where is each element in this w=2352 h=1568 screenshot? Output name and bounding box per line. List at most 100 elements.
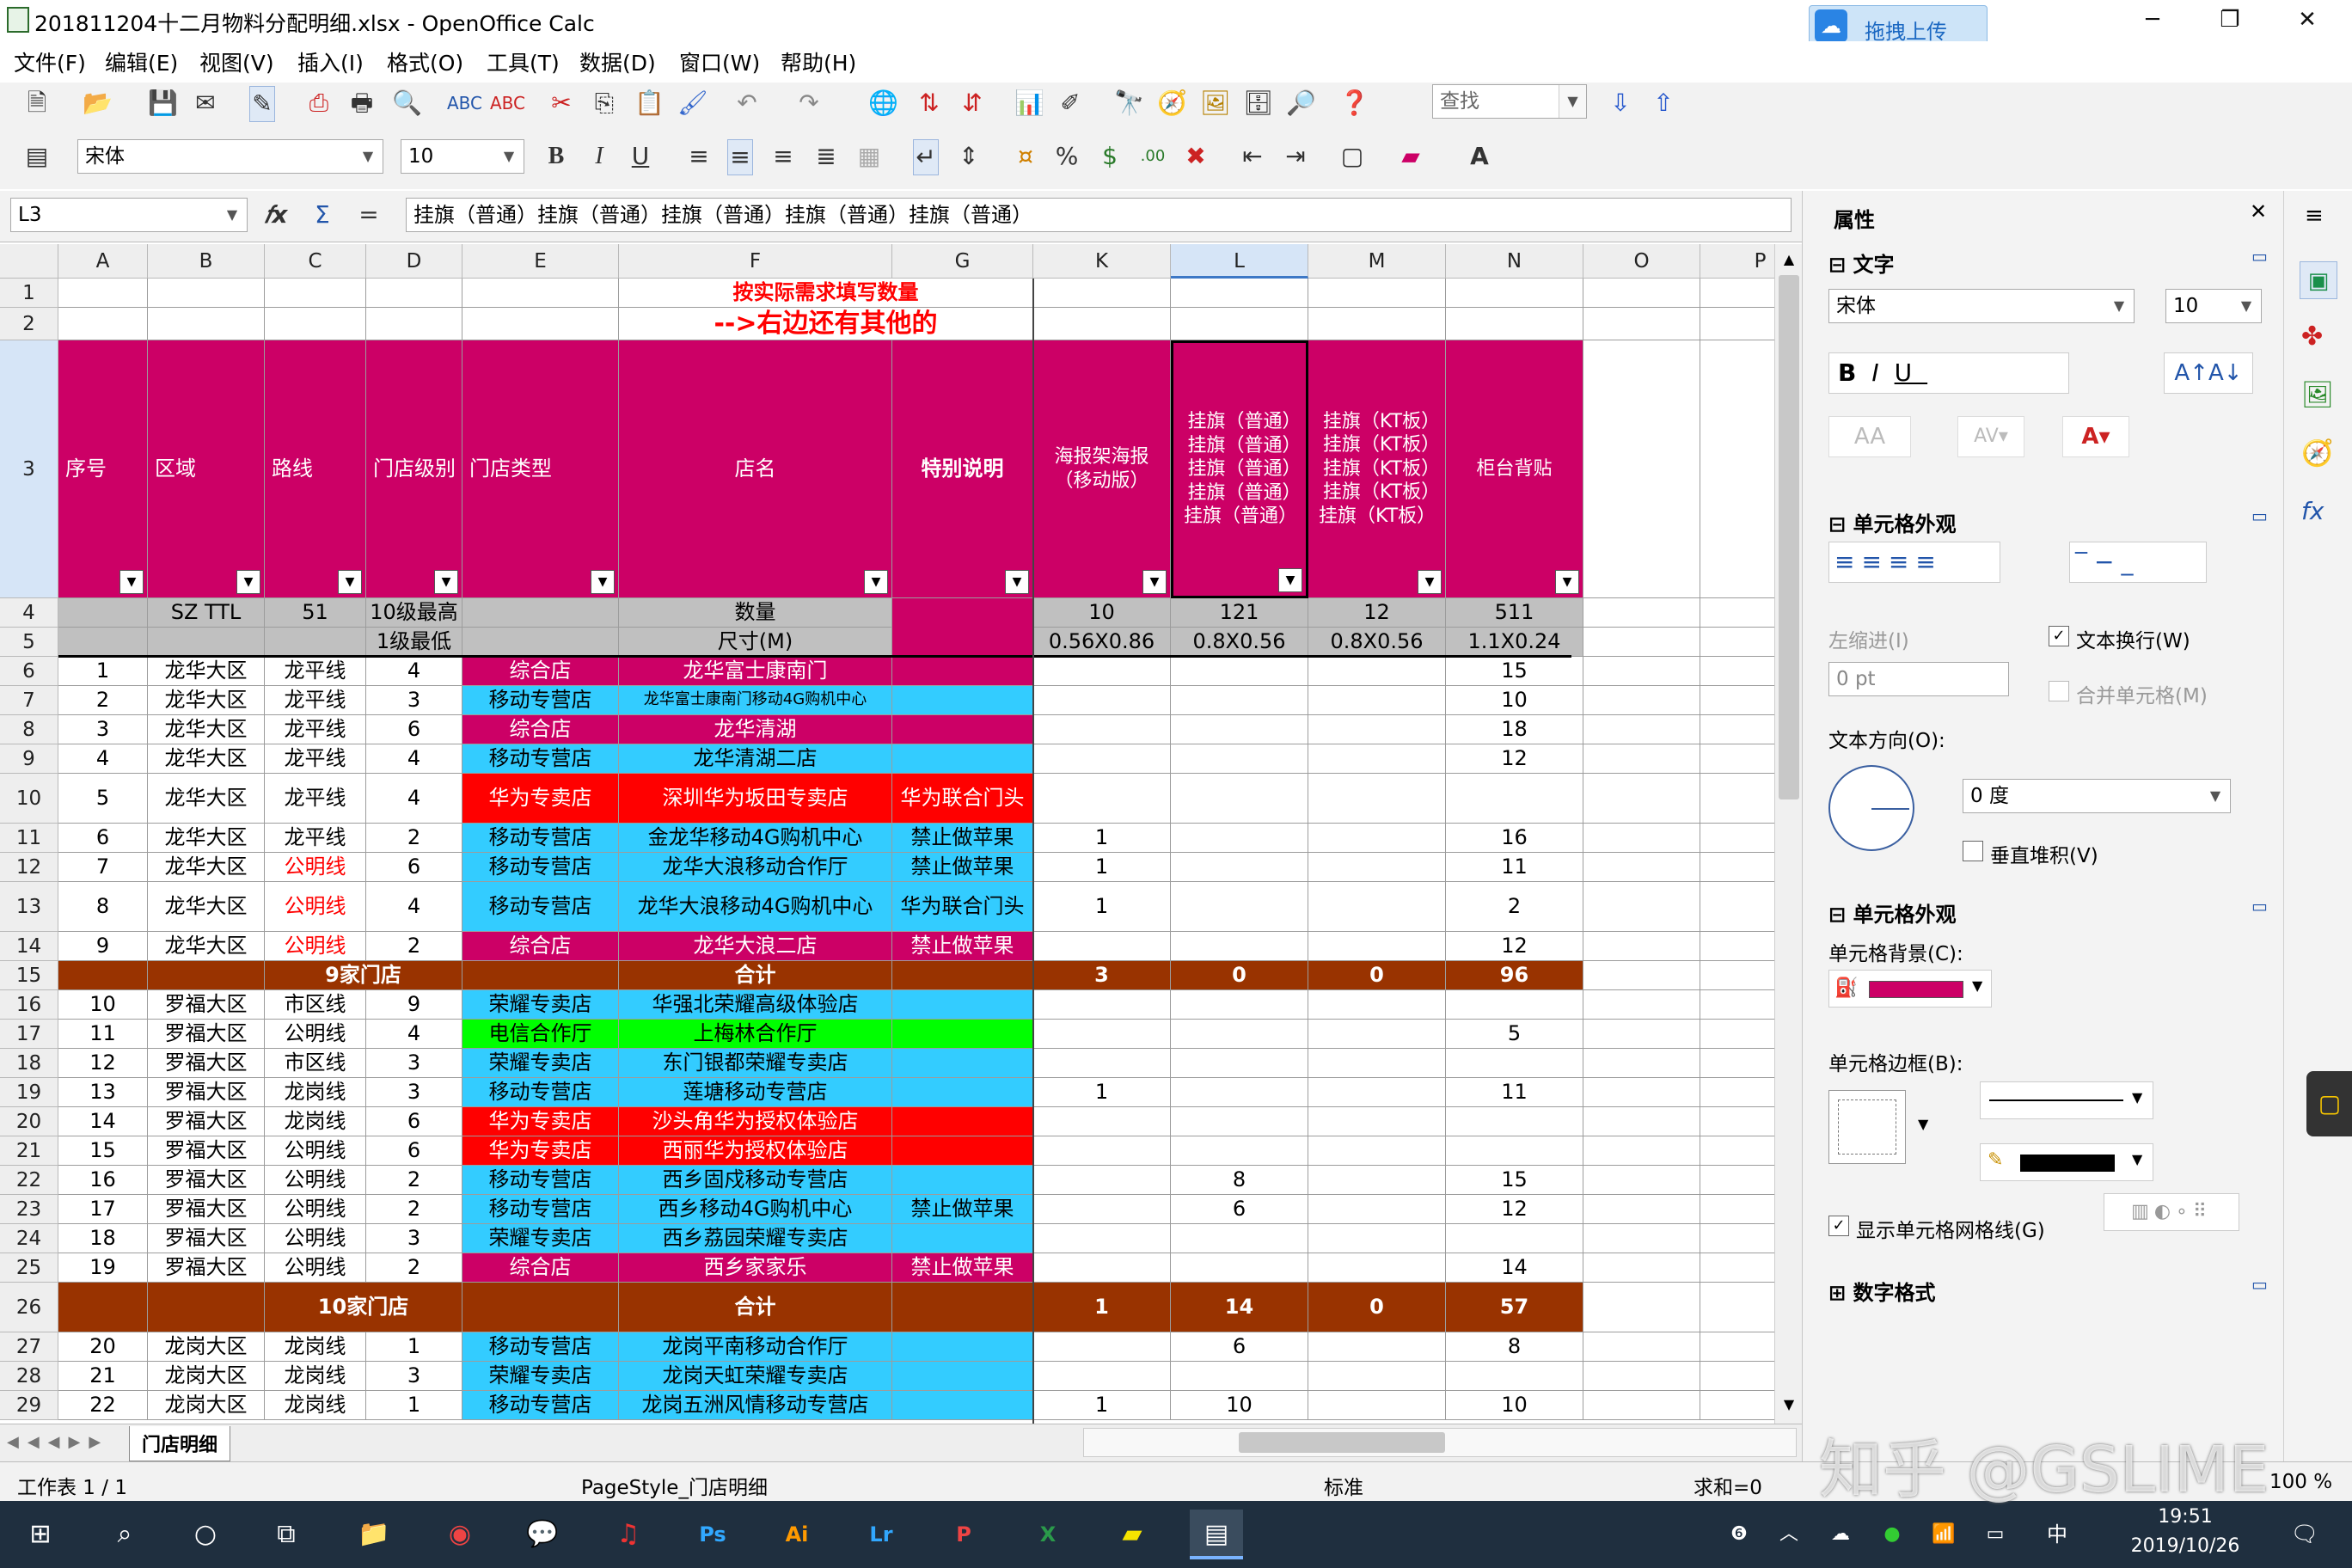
- level-cell[interactable]: 3: [366, 1049, 462, 1078]
- level-cell[interactable]: 1: [366, 1391, 462, 1420]
- qty-cell[interactable]: 6: [1171, 1332, 1308, 1362]
- print-preview-icon[interactable]: 🔍: [392, 86, 422, 122]
- store-name-cell[interactable]: 龙岗天虹荣耀专卖店: [619, 1362, 892, 1391]
- tab-nav-icons[interactable]: ◀◀◀▶▶: [7, 1433, 109, 1451]
- background-color-icon[interactable]: ▰: [1398, 139, 1424, 175]
- note-cell[interactable]: [892, 715, 1033, 744]
- route-cell[interactable]: 公明线: [265, 1166, 366, 1195]
- h-scroll-thumb[interactable]: [1239, 1432, 1445, 1453]
- openoffice-calc-icon[interactable]: ▤: [1190, 1510, 1243, 1559]
- angle-input[interactable]: 0 度: [1963, 779, 2231, 813]
- sort-descending-icon[interactable]: ⇵: [959, 86, 985, 122]
- cell[interactable]: [1700, 657, 1774, 686]
- region-cell[interactable]: 龙华大区: [148, 882, 265, 932]
- route-cell[interactable]: 龙岗线: [265, 1332, 366, 1362]
- banner-line1[interactable]: 按实际需求填写数量: [619, 279, 1033, 308]
- borders-icon[interactable]: ▢: [1339, 139, 1365, 175]
- size-cell[interactable]: 1级最低: [366, 628, 462, 657]
- qty-cell[interactable]: [1033, 744, 1171, 774]
- qty-cell[interactable]: 15: [1446, 657, 1583, 686]
- seq-cell[interactable]: 22: [58, 1391, 148, 1420]
- qty-cell[interactable]: 6: [1171, 1195, 1308, 1224]
- note-cell[interactable]: 禁止做苹果: [892, 824, 1033, 853]
- cell[interactable]: [1583, 657, 1700, 686]
- subtotal-cell[interactable]: [462, 1283, 619, 1332]
- chevron-down-icon[interactable]: ▼: [2105, 290, 2133, 322]
- sum-icon[interactable]: Σ: [309, 198, 335, 234]
- clock-date[interactable]: 2019/10/26: [2125, 1535, 2245, 1557]
- note-cell[interactable]: [892, 1391, 1033, 1420]
- seq-cell[interactable]: 5: [58, 774, 148, 824]
- formula-input[interactable]: 挂旗（普通）挂旗（普通）挂旗（普通）挂旗（普通）挂旗（普通）: [406, 198, 1792, 232]
- autofilter-dropdown-icon[interactable]: ▼: [1555, 570, 1579, 594]
- qty-cell[interactable]: [1308, 932, 1446, 961]
- row-header[interactable]: 10: [0, 774, 58, 824]
- autofilter-dropdown-icon[interactable]: ▼: [1278, 568, 1302, 592]
- sidebar-menu-icon[interactable]: ≡: [2305, 203, 2324, 229]
- note-cell[interactable]: 禁止做苹果: [892, 932, 1033, 961]
- export-pdf-icon[interactable]: ⎙: [306, 86, 332, 122]
- size-cell[interactable]: 0.56X0.86: [1033, 628, 1171, 657]
- cell[interactable]: [1700, 1224, 1774, 1253]
- summary-cell[interactable]: 10级最高: [366, 598, 462, 628]
- cell[interactable]: [1583, 882, 1700, 932]
- region-cell[interactable]: 罗福大区: [148, 1195, 265, 1224]
- note-cell[interactable]: [892, 990, 1033, 1020]
- qty-cell[interactable]: [1033, 1166, 1171, 1195]
- autofilter-dropdown-icon[interactable]: ▼: [338, 570, 362, 594]
- qty-cell[interactable]: 10: [1446, 686, 1583, 715]
- properties-tab-icon[interactable]: ▣: [2300, 261, 2337, 299]
- cell[interactable]: [1583, 774, 1700, 824]
- subtotal-value[interactable]: 0: [1171, 961, 1308, 990]
- selection-mode[interactable]: 标准: [1324, 1471, 1363, 1500]
- qty-cell[interactable]: [1033, 1107, 1171, 1136]
- store-name-cell[interactable]: 金龙华移动4G购机中心: [619, 824, 892, 853]
- row-header[interactable]: 1: [0, 279, 58, 308]
- indent-input[interactable]: 0 pt: [1828, 662, 2009, 696]
- cell[interactable]: [265, 308, 366, 340]
- summary-cell[interactable]: 10: [1033, 598, 1171, 628]
- subtotal-label[interactable]: 9家门店: [265, 961, 462, 990]
- cell[interactable]: [1583, 744, 1700, 774]
- border-shadow-buttons[interactable]: ▥◐∘⠿: [2104, 1193, 2239, 1231]
- seq-cell[interactable]: 6: [58, 824, 148, 853]
- cell[interactable]: [1700, 1391, 1774, 1420]
- route-cell[interactable]: 龙岗线: [265, 1391, 366, 1420]
- region-cell[interactable]: 龙华大区: [148, 853, 265, 882]
- row-header[interactable]: 29: [0, 1391, 58, 1420]
- qty-cell[interactable]: [1171, 657, 1308, 686]
- route-cell[interactable]: 公明线: [265, 1253, 366, 1283]
- qty-cell[interactable]: [1308, 1224, 1446, 1253]
- format-paintbrush-icon[interactable]: 🖌: [677, 86, 708, 122]
- seq-cell[interactable]: 11: [58, 1020, 148, 1049]
- subtotal-cell[interactable]: [148, 961, 265, 990]
- store-name-cell[interactable]: 龙华清湖二店: [619, 744, 892, 774]
- row-header[interactable]: 12: [0, 853, 58, 882]
- cell[interactable]: [1583, 1391, 1700, 1420]
- styles-icon[interactable]: ▤: [24, 139, 50, 175]
- chevron-down-icon[interactable]: ▼: [2233, 290, 2260, 322]
- cell[interactable]: [1700, 1020, 1774, 1049]
- file-explorer-icon[interactable]: 📁: [347, 1510, 401, 1559]
- justify-icon[interactable]: ≣: [813, 139, 839, 175]
- header-n[interactable]: 柜台背贴 ▼: [1446, 340, 1583, 598]
- standard-format-icon[interactable]: $: [1097, 139, 1123, 175]
- level-cell[interactable]: 6: [366, 1136, 462, 1166]
- row-header[interactable]: 27: [0, 1332, 58, 1362]
- type-cell[interactable]: 移动专营店: [462, 686, 619, 715]
- route-cell[interactable]: 市区线: [265, 1049, 366, 1078]
- horizontal-scrollbar[interactable]: [1083, 1428, 1797, 1457]
- autofilter-dropdown-icon[interactable]: ▼: [864, 570, 888, 594]
- close-button[interactable]: ✕: [2273, 0, 2342, 40]
- row-header[interactable]: 25: [0, 1253, 58, 1283]
- subtotal-cell[interactable]: [892, 961, 1033, 990]
- email-icon[interactable]: ✉: [193, 86, 218, 122]
- route-cell[interactable]: 公明线: [265, 1020, 366, 1049]
- qty-cell[interactable]: [1033, 990, 1171, 1020]
- seq-cell[interactable]: 17: [58, 1195, 148, 1224]
- qty-cell[interactable]: [1171, 1136, 1308, 1166]
- level-cell[interactable]: 3: [366, 1362, 462, 1391]
- qty-cell[interactable]: [1171, 990, 1308, 1020]
- clipboard-tab-icon[interactable]: ▢: [2306, 1071, 2352, 1136]
- route-cell[interactable]: 龙平线: [265, 774, 366, 824]
